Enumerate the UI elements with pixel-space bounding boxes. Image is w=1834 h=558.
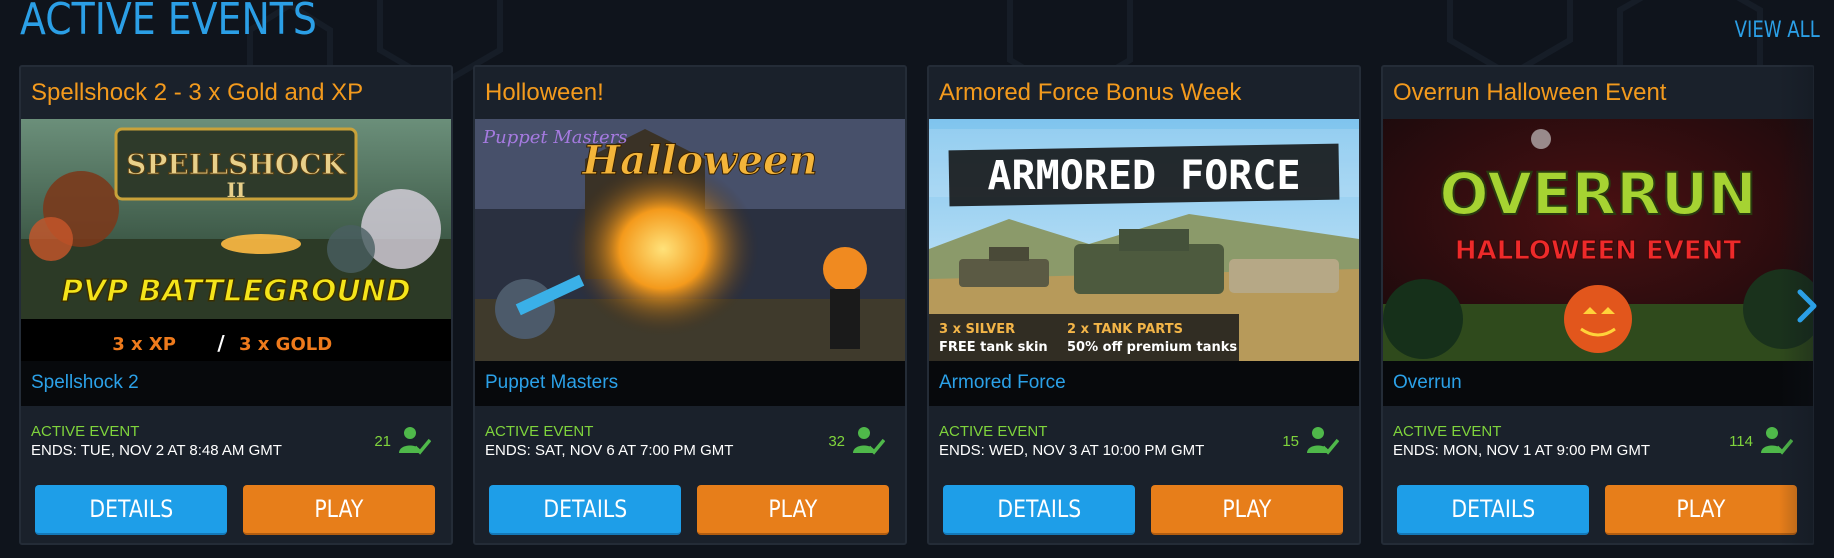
banner-logo-text: SPELLSHOCK	[126, 148, 347, 181]
game-bar: Armored Force	[929, 361, 1359, 406]
event-banner-image[interactable]: SPELLSHOCK II PVP BATTLEGROUND 3 x XP / …	[21, 119, 451, 361]
participants: 21	[374, 424, 431, 458]
play-button[interactable]: PLAY	[243, 485, 435, 535]
play-button[interactable]: PLAY	[1605, 485, 1797, 535]
carousel-next-button[interactable]	[1790, 283, 1824, 329]
participant-count: 32	[828, 432, 845, 450]
event-card: Armored Force Bonus Week ARMORED FORCE 3…	[927, 65, 1361, 545]
events-carousel: Spellshock 2 - 3 x Gold and XP SPELLSHOC…	[19, 65, 1814, 545]
event-status: ACTIVE EVENT	[939, 423, 1048, 440]
play-button[interactable]: PLAY	[697, 485, 889, 535]
banner-headline: Halloween	[581, 137, 817, 184]
event-end-date: ENDS: MON, NOV 1 AT 9:00 PM GMT	[1393, 442, 1650, 459]
banner-bonus-skin: FREE tank skin	[939, 340, 1048, 355]
event-title: Holloween!	[485, 79, 604, 106]
event-card: Spellshock 2 - 3 x Gold and XP SPELLSHOC…	[19, 65, 453, 545]
event-card: Holloween! Puppet Masters Halloween Pupp…	[473, 65, 907, 545]
participant-count: 114	[1729, 432, 1753, 450]
play-button[interactable]: PLAY	[1151, 485, 1343, 535]
chevron-right-icon	[1797, 289, 1817, 323]
event-end-date: ENDS: TUE, NOV 2 AT 8:48 AM GMT	[31, 442, 282, 459]
event-title: Armored Force Bonus Week	[939, 79, 1242, 106]
banner-bonus-silver: 3 x SILVER	[939, 322, 1015, 337]
user-check-icon	[399, 427, 431, 455]
section-header: ACTIVE EVENTS VIEW ALL	[20, 0, 1820, 52]
details-button[interactable]: DETAILS	[943, 485, 1135, 535]
banner-bonus-parts: 2 x TANK PARTS	[1067, 322, 1183, 337]
game-bar: Puppet Masters	[475, 361, 905, 406]
details-button[interactable]: DETAILS	[489, 485, 681, 535]
user-check-icon	[853, 427, 885, 455]
event-card: Overrun Halloween Event OVERRUN HALLOWEE…	[1381, 65, 1814, 545]
section-title: ACTIVE EVENTS	[20, 0, 317, 45]
banner-subheadline: HALLOWEEN EVENT	[1455, 236, 1742, 266]
banner-bonus-discount: 50% off premium tanks	[1067, 340, 1237, 355]
banner-headline: OVERRUN	[1439, 160, 1756, 228]
participant-count: 21	[374, 432, 391, 450]
game-link[interactable]: Overrun	[1393, 372, 1462, 394]
event-banner-image[interactable]: OVERRUN HALLOWEEN EVENT	[1383, 119, 1813, 361]
view-all-link[interactable]: VIEW ALL	[1735, 18, 1820, 43]
banner-headline: PVP BATTLEGROUND	[61, 274, 411, 309]
participant-count: 15	[1282, 432, 1299, 450]
game-link[interactable]: Armored Force	[939, 372, 1066, 394]
user-check-icon	[1307, 427, 1339, 455]
banner-headline: ARMORED FORCE	[987, 153, 1300, 199]
participants: 15	[1282, 424, 1339, 458]
game-link[interactable]: Puppet Masters	[485, 372, 618, 394]
details-button[interactable]: DETAILS	[1397, 485, 1589, 535]
game-link[interactable]: Spellshock 2	[31, 372, 139, 394]
user-check-icon	[1761, 427, 1793, 455]
event-banner-image[interactable]: ARMORED FORCE 3 x SILVER 2 x TANK PARTS …	[929, 119, 1359, 361]
event-status: ACTIVE EVENT	[1393, 423, 1502, 440]
participants: 32	[828, 424, 885, 458]
participants: 114	[1729, 424, 1793, 458]
event-status: ACTIVE EVENT	[31, 423, 140, 440]
event-end-date: ENDS: WED, NOV 3 AT 10:00 PM GMT	[939, 442, 1205, 459]
event-title: Overrun Halloween Event	[1393, 79, 1667, 106]
game-bar: Spellshock 2	[21, 361, 451, 406]
banner-separator: /	[217, 331, 225, 355]
banner-logo-subtext: II	[227, 178, 246, 202]
banner-bonus-gold: 3 x GOLD	[239, 334, 332, 355]
event-title: Spellshock 2 - 3 x Gold and XP	[31, 79, 364, 106]
event-banner-image[interactable]: Puppet Masters Halloween	[475, 119, 905, 361]
event-end-date: ENDS: SAT, NOV 6 AT 7:00 PM GMT	[485, 442, 734, 459]
details-button[interactable]: DETAILS	[35, 485, 227, 535]
event-status: ACTIVE EVENT	[485, 423, 594, 440]
banner-bonus-xp: 3 x XP	[112, 334, 176, 355]
game-bar: Overrun	[1383, 361, 1813, 406]
